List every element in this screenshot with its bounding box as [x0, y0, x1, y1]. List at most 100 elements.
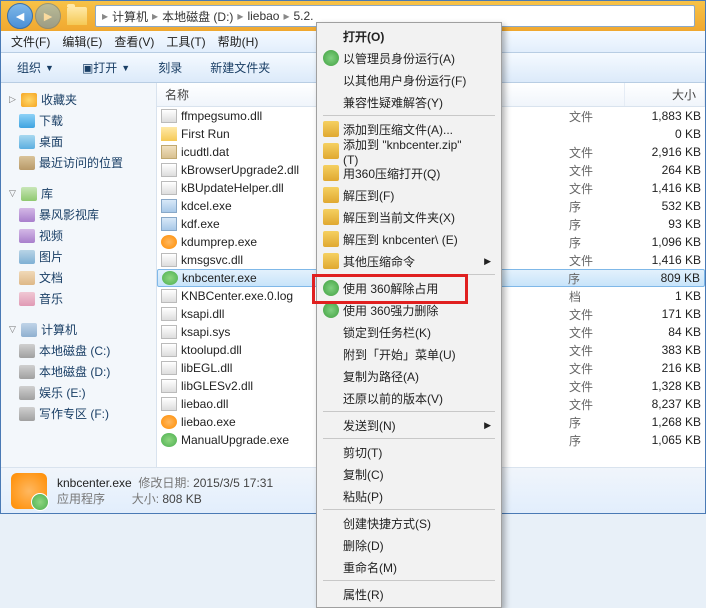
file-type: 序 — [569, 414, 629, 431]
burn-button[interactable]: 刻录 — [148, 56, 192, 79]
menu-help[interactable]: 帮助(H) — [212, 31, 265, 52]
menu-item[interactable]: 添加到 "knbcenter.zip" (T) — [319, 140, 499, 162]
menu-item[interactable]: 解压到当前文件夹(X) — [319, 206, 499, 228]
menu-item[interactable]: 重命名(M) — [319, 556, 499, 578]
file-icon — [161, 343, 177, 357]
open-button[interactable]: ▣ 打开▼ — [72, 56, 140, 79]
file-name: liebao.dll — [181, 397, 331, 411]
file-name: libGLESv2.dll — [181, 379, 331, 393]
menu-label: 剪切(T) — [343, 444, 382, 461]
menu-label: 附到「开始」菜单(U) — [343, 346, 456, 363]
sidebar-recent[interactable]: 最近访问的位置 — [1, 152, 156, 173]
folder-icon — [67, 7, 87, 25]
file-size: 1,268 KB — [629, 415, 701, 429]
file-name: First Run — [181, 127, 331, 141]
crumb[interactable]: liebao — [245, 9, 281, 23]
menu-item[interactable]: 使用 360解除占用 — [319, 277, 499, 299]
file-icon — [161, 415, 177, 429]
file-icon — [161, 199, 177, 213]
menu-label: 解压到(F) — [343, 187, 394, 204]
menu-icon — [323, 50, 339, 66]
file-icon — [161, 433, 177, 447]
menu-label: 重命名(M) — [343, 559, 397, 576]
col-name[interactable]: 名称 — [157, 83, 323, 106]
col-size[interactable]: 大小 — [625, 83, 705, 106]
file-type: 档 — [569, 288, 629, 305]
sidebar-drive-e[interactable]: 娱乐 (E:) — [1, 382, 156, 403]
submenu-arrow: ▶ — [484, 420, 491, 431]
nav-forward[interactable]: ► — [35, 3, 61, 29]
file-icon — [161, 235, 177, 249]
sidebar-item[interactable]: 音乐 — [1, 288, 156, 309]
sidebar-drive-c[interactable]: 本地磁盘 (C:) — [1, 340, 156, 361]
file-type: 文件 — [569, 144, 629, 161]
file-size: 0 KB — [629, 127, 701, 141]
file-type: 文件 — [569, 108, 629, 125]
organize-button[interactable]: 组织▼ — [7, 56, 64, 79]
menu-item[interactable]: 解压到 knbcenter\ (E) — [319, 228, 499, 250]
newfolder-button[interactable]: 新建文件夹 — [200, 56, 280, 79]
menu-label: 发送到(N) — [343, 417, 396, 434]
sidebar-item[interactable]: 图片 — [1, 246, 156, 267]
file-icon — [161, 163, 177, 177]
menu-file[interactable]: 文件(F) — [5, 31, 56, 52]
menu-item[interactable]: 兼容性疑难解答(Y) — [319, 91, 499, 113]
menu-item[interactable]: 打开(O) — [319, 25, 499, 47]
file-icon — [161, 307, 177, 321]
file-icon — [161, 325, 177, 339]
sidebar-drive-f[interactable]: 写作专区 (F:) — [1, 403, 156, 424]
sidebar-downloads[interactable]: 下载 — [1, 110, 156, 131]
menu-tools[interactable]: 工具(T) — [160, 31, 211, 52]
menu-item[interactable]: 解压到(F) — [319, 184, 499, 206]
menu-item[interactable]: 粘贴(P) — [319, 485, 499, 507]
status-app-icon — [11, 473, 47, 509]
file-size: 1,096 KB — [629, 235, 701, 249]
status-type: 应用程序 — [57, 492, 105, 506]
menu-item[interactable]: 用360压缩打开(Q) — [319, 162, 499, 184]
sidebar-computer[interactable]: ▽计算机 — [1, 319, 156, 340]
menu-item[interactable]: 发送到(N) ▶ — [319, 414, 499, 436]
menu-icon — [323, 165, 339, 181]
sidebar-favorites[interactable]: ▷收藏夹 — [1, 89, 156, 110]
menu-item[interactable]: 复制为路径(A) — [319, 365, 499, 387]
menu-item[interactable]: 附到「开始」菜单(U) — [319, 343, 499, 365]
file-type: 文件 — [569, 342, 629, 359]
file-name: kdf.exe — [181, 217, 331, 231]
sidebar-drive-d[interactable]: 本地磁盘 (D:) — [1, 361, 156, 382]
crumb[interactable]: 5.2. — [292, 9, 316, 23]
menu-item[interactable]: 复制(C) — [319, 463, 499, 485]
menu-item[interactable]: 以其他用户身份运行(F) — [319, 69, 499, 91]
file-name: kmsgsvc.dll — [181, 253, 331, 267]
file-icon — [161, 379, 177, 393]
crumb[interactable]: 本地磁盘 (D:) — [160, 8, 235, 25]
crumb[interactable]: 计算机 — [110, 8, 150, 25]
menu-item[interactable]: 删除(D) — [319, 534, 499, 556]
sidebar-libraries[interactable]: ▽库 — [1, 183, 156, 204]
nav-back[interactable]: ◄ — [7, 3, 33, 29]
sidebar-desktop[interactable]: 桌面 — [1, 131, 156, 152]
file-icon — [162, 271, 178, 285]
file-type: 序 — [569, 432, 629, 449]
menu-edit[interactable]: 编辑(E) — [56, 31, 108, 52]
file-icon — [161, 181, 177, 195]
menu-label: 解压到当前文件夹(X) — [343, 209, 455, 226]
sidebar-item[interactable]: 视频 — [1, 225, 156, 246]
menu-item[interactable]: 创建快捷方式(S) — [319, 512, 499, 534]
menu-item[interactable]: 剪切(T) — [319, 441, 499, 463]
menu-label: 使用 360解除占用 — [343, 280, 438, 297]
menu-icon — [323, 280, 339, 296]
menu-item[interactable]: 锁定到任务栏(K) — [319, 321, 499, 343]
menu-item[interactable]: 其他压缩命令▶ — [319, 250, 499, 272]
menu-view[interactable]: 查看(V) — [108, 31, 160, 52]
menu-item[interactable]: 以管理员身份运行(A) — [319, 47, 499, 69]
menu-item[interactable]: 使用 360强力删除 — [319, 299, 499, 321]
menu-item[interactable]: 还原以前的版本(V) — [319, 387, 499, 409]
menu-item[interactable]: 属性(R) — [319, 583, 499, 605]
file-type: 序 — [569, 216, 629, 233]
menu-label: 删除(D) — [343, 537, 384, 554]
sidebar-item[interactable]: 暴风影视库 — [1, 204, 156, 225]
sidebar-item[interactable]: 文档 — [1, 267, 156, 288]
file-name: ksapi.sys — [181, 325, 331, 339]
menu-label: 解压到 knbcenter\ (E) — [343, 231, 458, 248]
file-name: ksapi.dll — [181, 307, 331, 321]
